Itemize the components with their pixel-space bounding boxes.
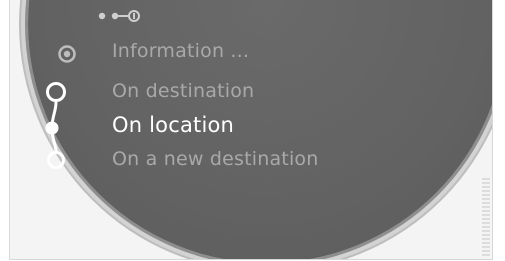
route-start-icon (46, 82, 66, 102)
route-icon (45, 82, 66, 169)
menu-item-on-new-destination[interactable]: On a new destination (112, 148, 319, 170)
display-frame: Information ... On destination On locati… (9, 0, 493, 260)
menu-item-on-destination[interactable]: On destination (112, 80, 254, 102)
menu-item-on-location[interactable]: On location (112, 113, 234, 137)
radio-target-icon (58, 45, 76, 63)
side-strip (482, 178, 490, 256)
controller-indicator-icon (98, 10, 140, 22)
route-current-icon (45, 121, 59, 135)
round-display-panel (28, 0, 492, 259)
menu-item-information[interactable]: Information ... (112, 40, 249, 62)
route-end-icon (47, 151, 65, 169)
